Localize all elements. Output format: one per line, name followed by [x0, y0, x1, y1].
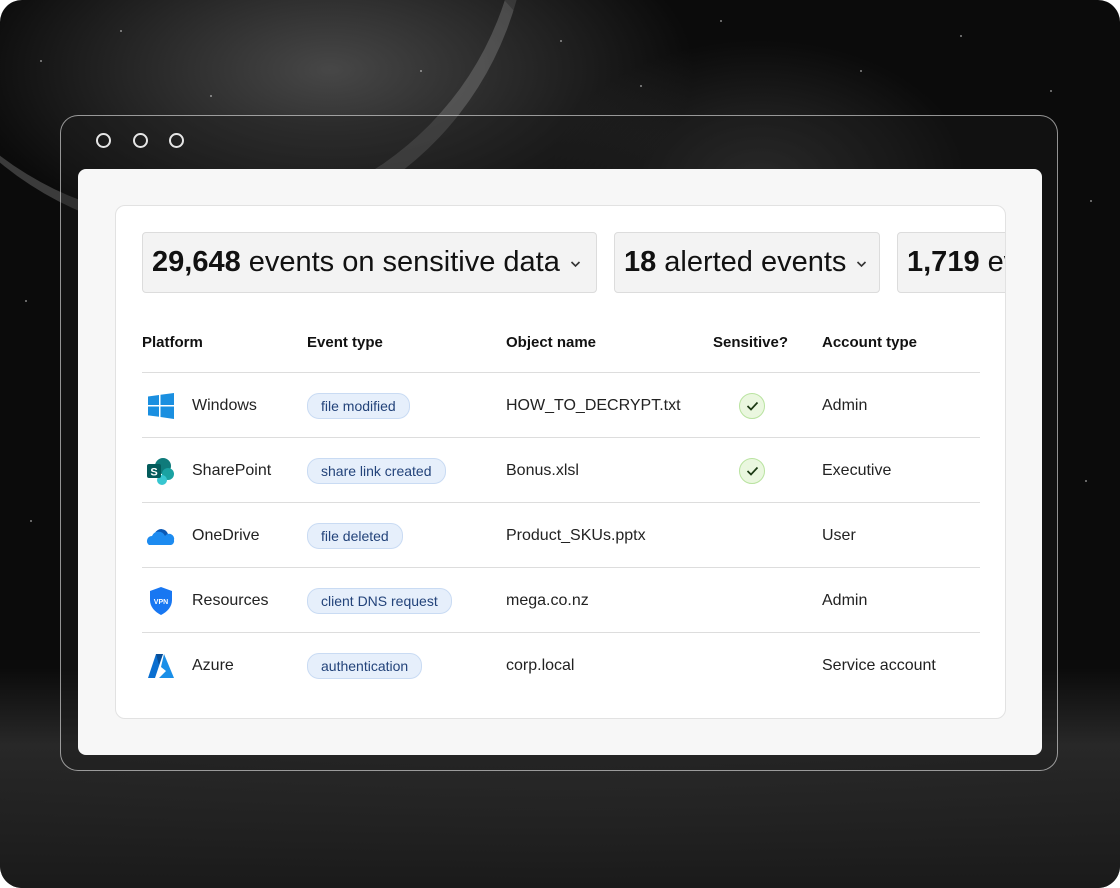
stat-sensitive-events[interactable]: 29,648 events on sensitive data [142, 232, 597, 293]
sharepoint-icon: S [146, 456, 176, 486]
stat-alerted-events[interactable]: 18 alerted events [614, 232, 880, 293]
platform-name: SharePoint [192, 461, 272, 479]
platform-cell: VPN Resources [146, 568, 268, 633]
platform-cell: Windows [146, 373, 257, 438]
platform-name: Azure [192, 656, 234, 674]
window-dot-icon[interactable] [133, 133, 148, 148]
sharepoint-letter: S [150, 466, 157, 478]
event-type-cell: authentication [307, 633, 423, 698]
table-row[interactable]: Azure authentication corp.local Service … [142, 632, 980, 698]
table-row[interactable]: S SharePoint share link created Bonus.xl… [142, 437, 980, 503]
object-name-cell: Product_SKUs.pptx [506, 526, 646, 544]
account-type-cell: Executive [822, 461, 892, 479]
event-type-cell: share link created [307, 438, 446, 503]
events-card: 29,648 events on sensitive data 18 alert… [115, 205, 1006, 719]
window-dot-icon[interactable] [169, 133, 184, 148]
object-name-cell: Bonus.xlsl [506, 461, 579, 479]
check-icon [739, 457, 765, 484]
event-type-badge: share link created [307, 457, 446, 484]
chevron-down-icon [570, 255, 581, 271]
account-type-cell: Service account [822, 656, 936, 674]
stat-value: 29,648 [152, 246, 241, 278]
column-header-sensitive[interactable]: Sensitive? [713, 334, 788, 351]
stat-label: events on sensitive data [248, 246, 560, 278]
sensitive-cell [739, 373, 765, 438]
stats-row: 29,648 events on sensitive data 18 alert… [142, 232, 1005, 294]
account-type-cell: Admin [822, 591, 868, 609]
event-type-badge: file modified [307, 392, 410, 419]
azure-icon [146, 651, 176, 681]
stat-value: 1,719 [907, 246, 980, 278]
table-row[interactable]: VPN Resources client DNS request mega.co… [142, 567, 980, 633]
column-header-event-type[interactable]: Event type [307, 334, 383, 351]
object-name-cell: mega.co.nz [506, 591, 589, 609]
stat-third-events[interactable]: 1,719 ev [897, 232, 1005, 293]
event-type-cell: file deleted [307, 503, 403, 568]
event-type-badge: authentication [307, 652, 423, 679]
table-row[interactable]: Windows file modified HOW_TO_DECRYPT.txt… [142, 372, 980, 438]
vpn-label: VPN [154, 599, 168, 606]
platform-cell: OneDrive [146, 503, 260, 568]
stat-value: 18 [624, 246, 657, 278]
platform-cell: S SharePoint [146, 438, 271, 503]
column-header-account-type[interactable]: Account type [822, 334, 917, 351]
window-dot-icon[interactable] [96, 133, 111, 148]
event-type-badge: file deleted [307, 522, 403, 549]
event-type-cell: file modified [307, 373, 410, 438]
object-name-cell: corp.local [506, 656, 575, 674]
table-row[interactable]: OneDrive file deleted Product_SKUs.pptx … [142, 502, 980, 568]
event-type-badge: client DNS request [307, 587, 452, 614]
platform-name: OneDrive [192, 526, 260, 544]
stat-label: alerted events [664, 246, 847, 278]
column-header-platform[interactable]: Platform [142, 334, 203, 351]
platform-name: Windows [192, 396, 257, 414]
windows-icon [146, 391, 176, 421]
object-name-cell: HOW_TO_DECRYPT.txt [506, 396, 681, 414]
platform-name: Resources [192, 591, 269, 609]
stat-label: ev [987, 246, 1005, 278]
onedrive-icon [146, 521, 176, 551]
platform-cell: Azure [146, 633, 234, 698]
sensitive-cell [739, 438, 765, 503]
account-type-cell: Admin [822, 396, 868, 414]
account-type-cell: User [822, 526, 856, 544]
vpn-shield-icon: VPN [146, 586, 176, 616]
column-header-object-name[interactable]: Object name [506, 334, 596, 351]
check-icon [739, 392, 765, 419]
chevron-down-icon [856, 255, 867, 271]
event-type-cell: client DNS request [307, 568, 452, 633]
